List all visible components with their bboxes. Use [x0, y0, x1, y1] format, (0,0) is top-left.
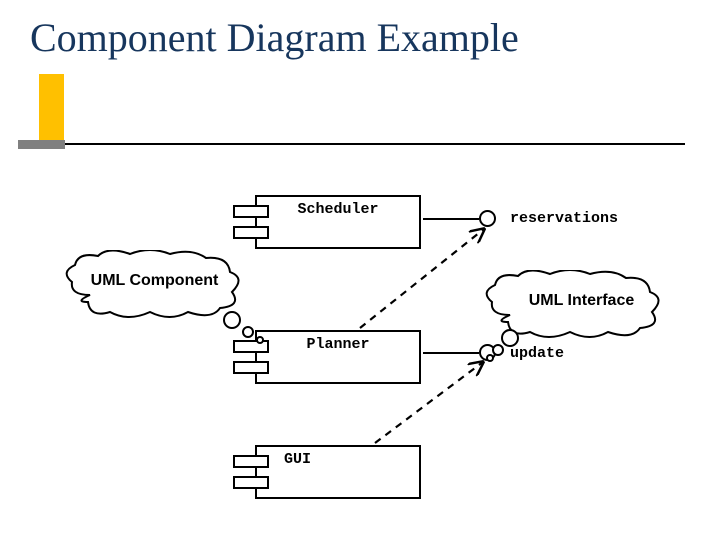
component-tab-icon [233, 361, 269, 374]
header-rule [65, 143, 685, 145]
interface-connector [423, 352, 479, 354]
interface-connector [423, 218, 479, 220]
callout-uml-interface: UML Interface [480, 270, 665, 340]
component-tab-icon [233, 226, 269, 239]
callout-uml-component: UML Component [60, 250, 245, 320]
callout-label: UML Interface [480, 270, 665, 310]
accent-yellow-block [39, 74, 64, 148]
callout-label: UML Component [60, 250, 245, 290]
interface-label: reservations [510, 210, 618, 227]
component-label: Planner [306, 336, 369, 353]
interface-circle-icon [479, 210, 496, 227]
component-tab-icon [233, 455, 269, 468]
component-scheduler: Scheduler [255, 195, 421, 249]
component-tab-icon [233, 476, 269, 489]
page-title: Component Diagram Example [30, 14, 519, 61]
component-tab-icon [233, 205, 269, 218]
component-gui: GUI [255, 445, 421, 499]
accent-gray-block [18, 140, 65, 149]
component-label: Scheduler [297, 201, 378, 218]
component-label: GUI [284, 451, 311, 468]
